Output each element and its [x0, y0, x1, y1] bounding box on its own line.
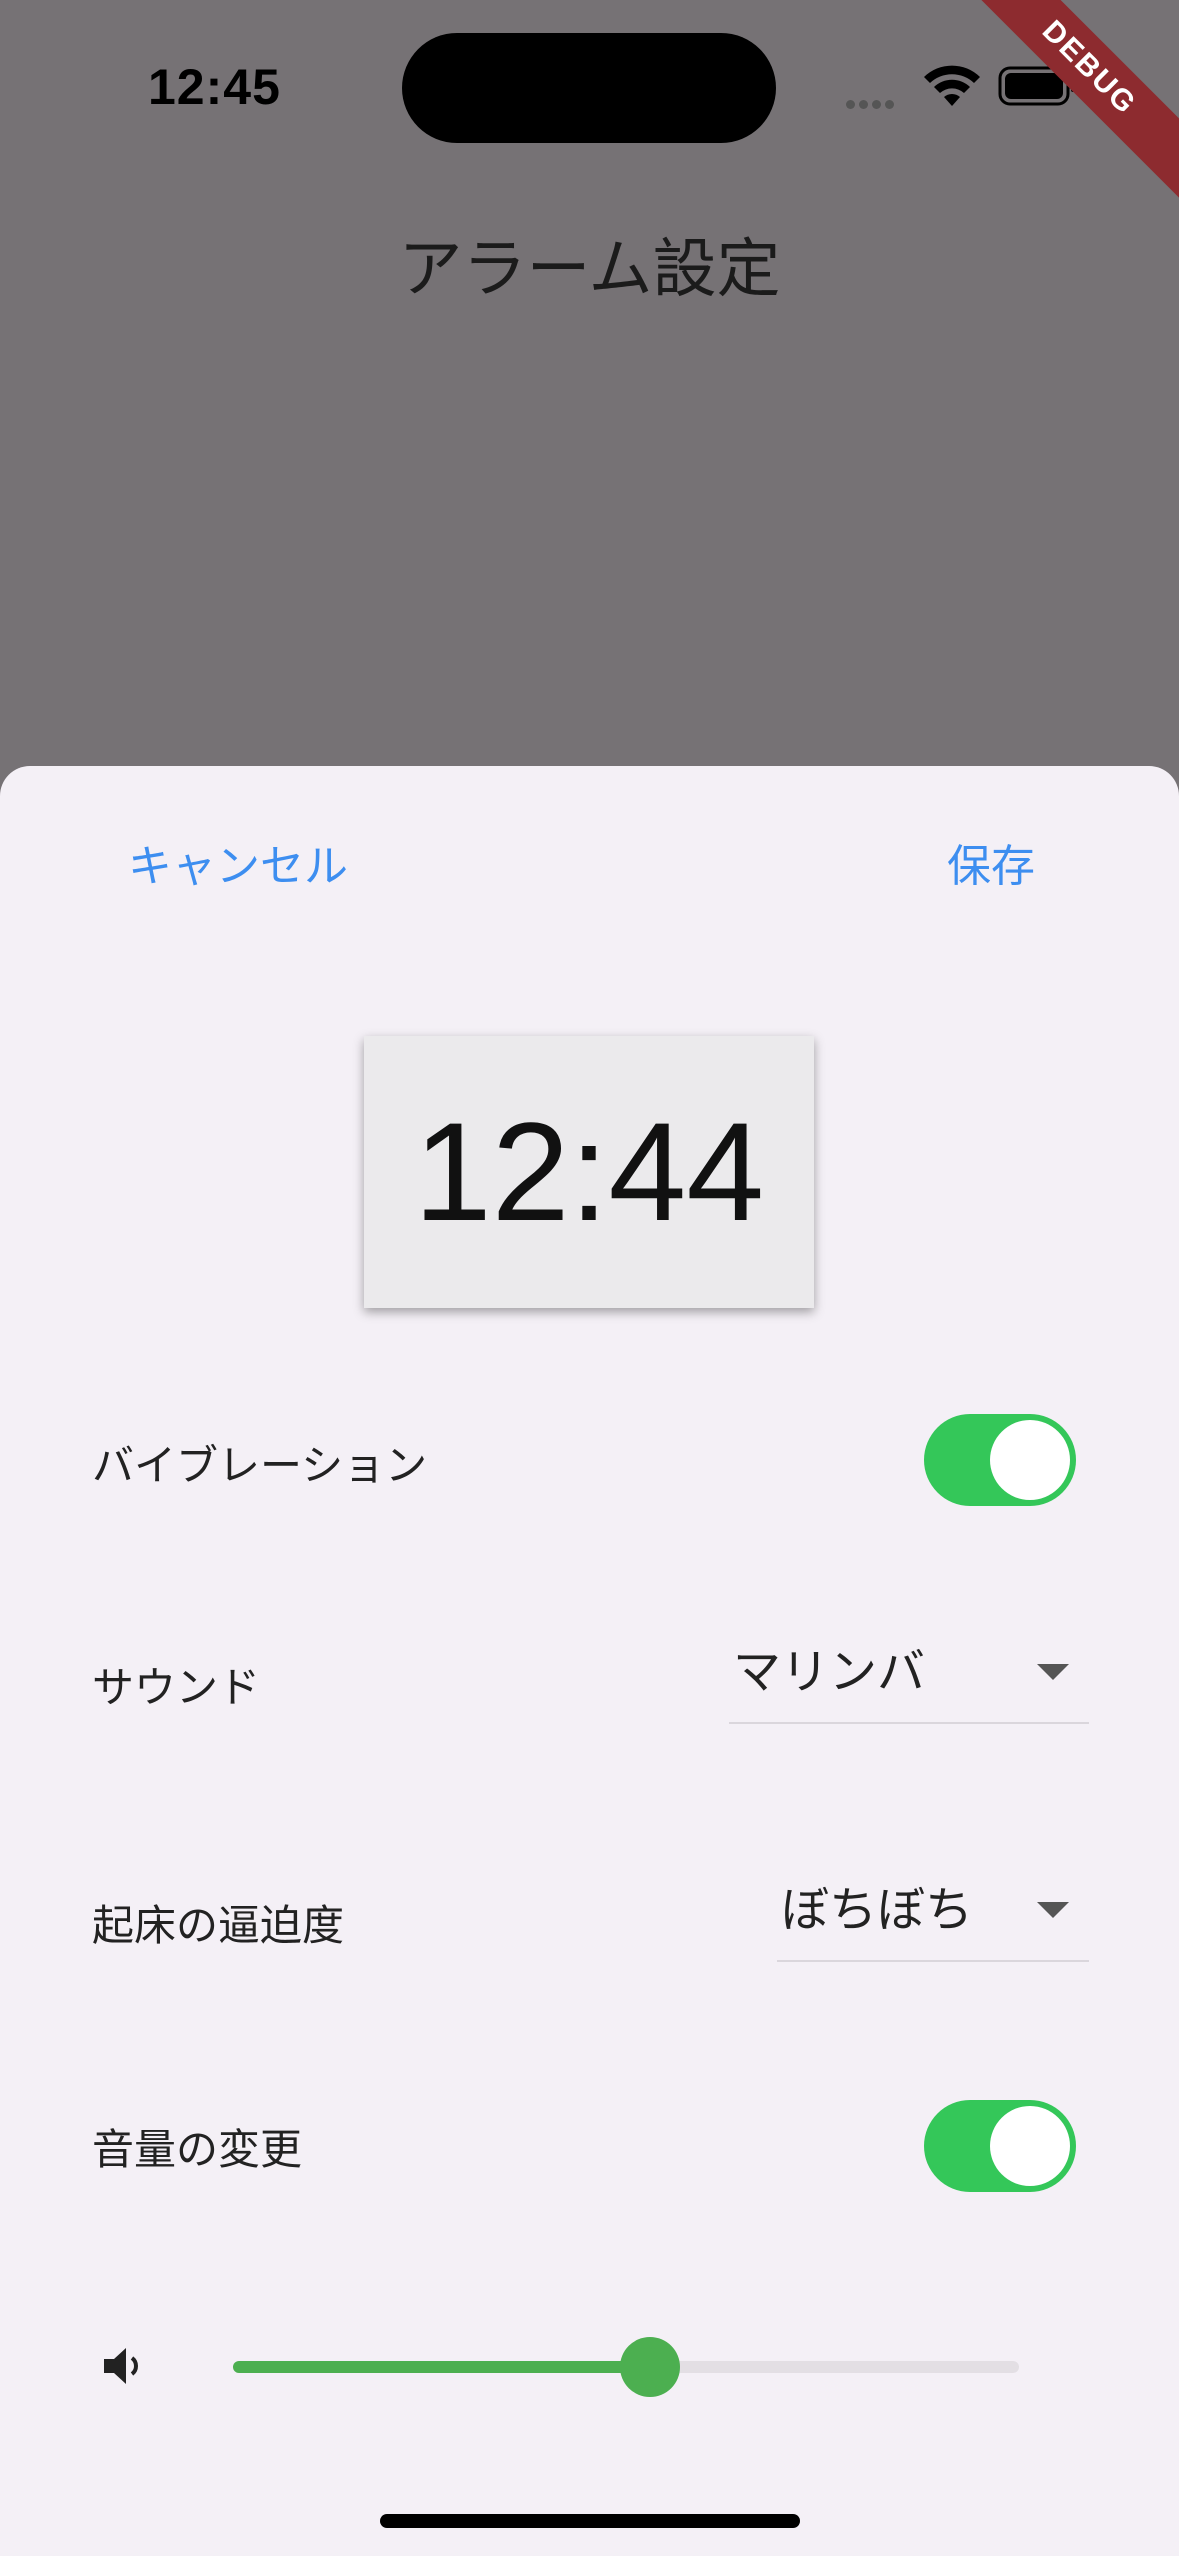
urgency-dropdown[interactable]: ぼちぼち: [777, 1870, 1089, 1962]
volume-slider[interactable]: [233, 2332, 1019, 2402]
toggle-knob: [990, 1420, 1070, 1500]
vibration-toggle[interactable]: [924, 1414, 1076, 1506]
screen: 12:45 DEBUG アラーム設定 キャンセル 保存 12:44 バイブレーシ…: [0, 0, 1179, 2556]
alarm-time-picker[interactable]: 12:44: [364, 1036, 814, 1308]
sound-dropdown-value: マリンバ: [733, 1644, 926, 1700]
volume-change-label: 音量の変更: [92, 2125, 303, 2174]
cellular-signal-icon: [846, 94, 906, 109]
dynamic-island: [402, 33, 776, 143]
wifi-icon: [924, 65, 980, 106]
sound-label: サウンド: [92, 1663, 261, 1712]
slider-thumb[interactable]: [620, 2337, 680, 2397]
volume-change-toggle[interactable]: [924, 2100, 1076, 2192]
caret-down-icon: [1037, 1902, 1069, 1918]
speaker-icon: [104, 2348, 138, 2384]
sound-dropdown[interactable]: マリンバ: [729, 1632, 1089, 1724]
cancel-button[interactable]: キャンセル: [128, 830, 348, 894]
caret-down-icon: [1037, 1664, 1069, 1680]
page-title: アラーム設定: [398, 233, 781, 307]
toggle-knob: [990, 2106, 1070, 2186]
slider-fill: [233, 2361, 650, 2373]
save-button[interactable]: 保存: [947, 830, 1035, 894]
alarm-settings-sheet: キャンセル 保存 12:44 バイブレーション サウンド マリンバ 起床の逼迫度…: [0, 766, 1179, 2556]
status-time: 12:45: [148, 59, 281, 115]
urgency-dropdown-value: ぼちぼち: [781, 1882, 974, 1938]
vibration-label: バイブレーション: [92, 1441, 428, 1490]
home-indicator: [380, 2514, 800, 2528]
urgency-label: 起床の逼迫度: [92, 1901, 345, 1950]
